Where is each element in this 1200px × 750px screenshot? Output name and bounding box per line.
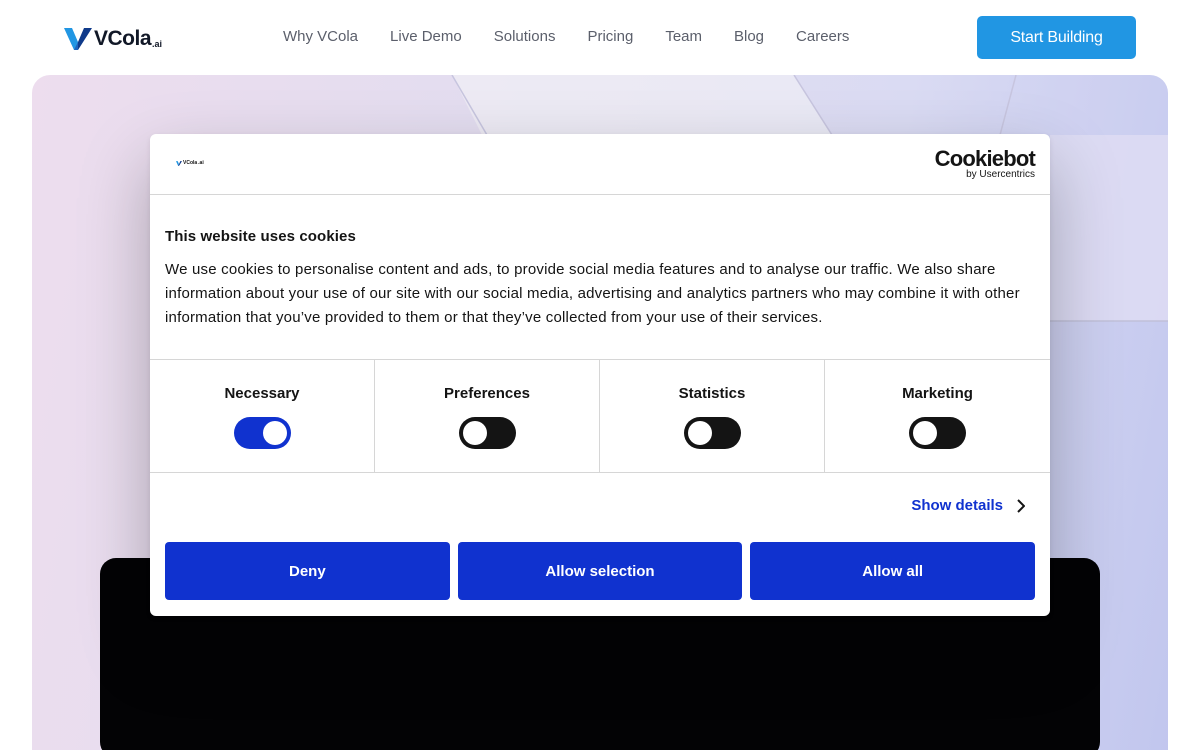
allow-selection-button[interactable]: Allow selection (457, 542, 743, 600)
statistics-switch[interactable] (684, 417, 741, 449)
dialog-body: We use cookies to personalise content an… (165, 261, 1020, 326)
switch-knob (913, 421, 937, 445)
cookiebot-name: Cookiebot (934, 146, 1036, 171)
site-header: VCola .ai Why VCola Live Demo Solutions … (0, 0, 1200, 75)
preferences-switch[interactable] (459, 417, 516, 449)
toggle-marketing: Marketing (825, 360, 1050, 472)
switch-knob (463, 421, 487, 445)
dialog-site-logo: VCola .ai (176, 160, 204, 166)
logo-suffix: .ai (152, 39, 163, 49)
dialog-title: This website uses cookies (165, 228, 356, 245)
toggle-preferences: Preferences (375, 360, 600, 472)
vcola-v-icon (176, 160, 182, 166)
cookie-consent-dialog: VCola .ai Cookiebot by Usercentrics This… (150, 134, 1050, 616)
deny-button[interactable]: Deny (165, 542, 450, 600)
toggle-label: Necessary (224, 385, 300, 402)
marketing-switch[interactable] (909, 417, 966, 449)
nav-live-demo[interactable]: Live Demo (390, 28, 462, 46)
dialog-header: VCola .ai Cookiebot by Usercentrics (150, 134, 1050, 195)
allow-all-button[interactable]: Allow all (750, 542, 1036, 600)
show-details-link[interactable]: Show details (911, 497, 1025, 514)
dialog-actions: Deny Allow selection Allow all (165, 542, 1036, 600)
necessary-switch[interactable] (234, 417, 291, 449)
dialog-logo-suffix: .ai (198, 160, 204, 166)
switch-knob (688, 421, 712, 445)
start-building-button[interactable]: Start Building (977, 16, 1136, 59)
main-nav: Why VCola Live Demo Solutions Pricing Te… (283, 28, 849, 46)
nav-team[interactable]: Team (665, 28, 702, 46)
nav-solutions[interactable]: Solutions (494, 28, 556, 46)
show-details-label: Show details (911, 497, 1003, 514)
toggle-label: Preferences (444, 385, 530, 402)
nav-blog[interactable]: Blog (734, 28, 764, 46)
toggle-label: Marketing (902, 385, 973, 402)
vcola-logo[interactable]: VCola .ai (64, 26, 162, 50)
nav-careers[interactable]: Careers (796, 28, 849, 46)
switch-knob (263, 421, 287, 445)
chevron-right-icon (1017, 498, 1025, 513)
dialog-logo-text: VCola (183, 160, 198, 166)
toggle-necessary: Necessary (150, 360, 375, 472)
cookiebot-logo[interactable]: Cookiebot by Usercentrics (934, 146, 1036, 181)
toggle-label: Statistics (678, 385, 746, 402)
toggle-statistics: Statistics (600, 360, 825, 472)
consent-toggles: Necessary Preferences Statistics Marketi… (150, 359, 1050, 473)
nav-why-vcola[interactable]: Why VCola (283, 28, 358, 46)
logo-text: VCola (94, 27, 152, 50)
vcola-v-icon (64, 28, 92, 50)
nav-pricing[interactable]: Pricing (587, 28, 633, 46)
